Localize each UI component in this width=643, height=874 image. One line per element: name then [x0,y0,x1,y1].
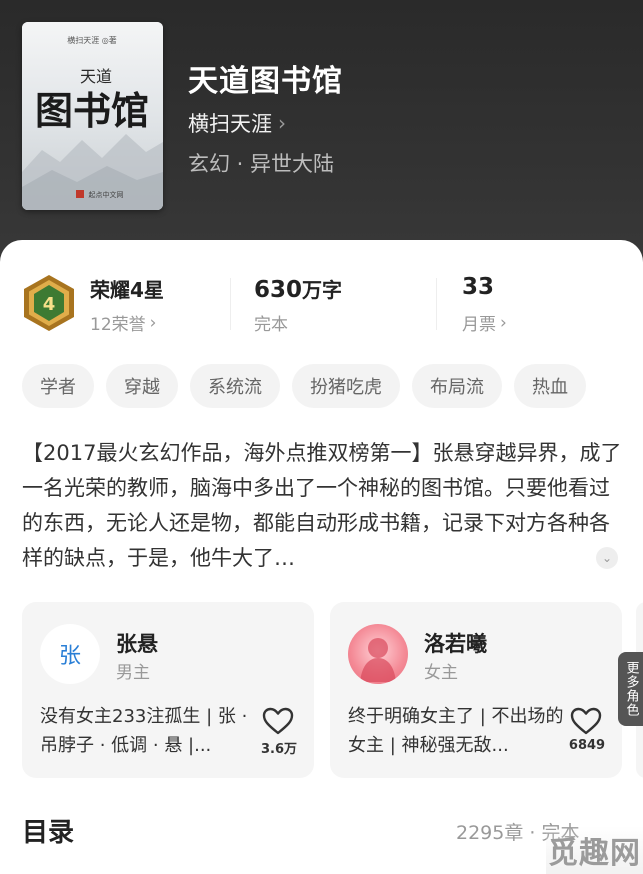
monthly-ticket-count: 33 [462,274,495,300]
like-count: 3.6万 [260,742,298,757]
character-avatar [348,624,408,684]
tag-list: 学者 穿越 系统流 扮猪吃虎 布局流 热血 [22,364,586,408]
stats-divider [436,278,437,330]
chevron-right-icon: › [278,111,286,135]
character-name: 张悬 [116,632,158,656]
tag-chip[interactable]: 布局流 [412,364,502,408]
cover-big-title: 图书馆 [35,88,149,133]
character-card[interactable]: 洛若曦 女主 终于明确女主了 | 不出场的女主 | 神秘强无敌... 6849 [330,602,622,778]
honor-badge-number: 4 [43,294,56,315]
cover-small-title: 天道 [80,67,112,86]
book-stats: 4 荣耀4星 12荣誉 › 630万字 完本 33 月票 › [22,272,622,338]
chevron-right-icon: › [500,312,507,333]
cover-publisher: 起点中文网 [89,190,124,199]
tag-chip[interactable]: 系统流 [190,364,280,408]
character-role: 男主 [116,663,150,683]
character-name: 洛若曦 [424,632,487,656]
character-tags: 没有女主233注孤生 | 张 · 吊脖子 · 低调 · 悬 |... [40,706,248,756]
cover-author: 横扫天涯 ◎著 [67,35,117,45]
honor-link[interactable]: 12荣誉 › [90,310,157,336]
tag-chip[interactable]: 学者 [22,364,94,408]
tag-chip[interactable]: 热血 [514,364,586,408]
heart-icon[interactable] [570,706,602,736]
avatar-initial: 张 [58,644,81,669]
character-avatar: 张 [40,624,100,684]
character-card[interactable]: 张 张悬 男主 没有女主233注孤生 | 张 · 吊脖子 · 低调 · 悬 |.… [22,602,314,778]
honor-count: 12荣誉 [90,315,146,335]
book-genre: 玄幻 · 异世大陆 [188,152,335,176]
expand-chevron-icon[interactable]: ⌄ [596,547,618,569]
monthly-ticket-label: 月票 [462,315,496,335]
stats-divider [230,278,231,330]
tag-chip[interactable]: 穿越 [106,364,178,408]
honor-badge-icon[interactable]: 4 [22,274,76,332]
chevron-right-icon: › [149,312,157,333]
completion-label: 完本 [254,315,288,335]
book-title: 天道图书馆 [188,64,343,99]
completion-status: 完本 [254,310,288,335]
word-count-value: 630 [254,277,303,303]
watermark: 觅趣网 [546,826,643,874]
word-count: 630万字 [254,274,342,303]
character-tags: 终于明确女主了 | 不出场的女主 | 神秘强无敌... [348,706,564,756]
heart-icon[interactable] [262,706,294,736]
like-count: 6849 [568,738,606,753]
word-count-unit: 万字 [302,278,343,302]
monthly-ticket-link[interactable]: 月票 › [462,310,507,336]
author-name: 横扫天涯 [188,112,272,136]
avatar-silhouette-icon [360,638,396,682]
book-cover[interactable]: 横扫天涯 ◎著 天道 图书馆 起点中文网 [22,22,163,210]
toc-title: 目录 [22,818,75,848]
author-link[interactable]: 横扫天涯 › [188,108,286,138]
tag-chip[interactable]: 扮猪吃虎 [292,364,400,408]
more-characters-button[interactable]: 更多角色 [618,652,643,726]
honor-label: 荣耀4星 [90,278,164,302]
character-role: 女主 [424,663,458,683]
